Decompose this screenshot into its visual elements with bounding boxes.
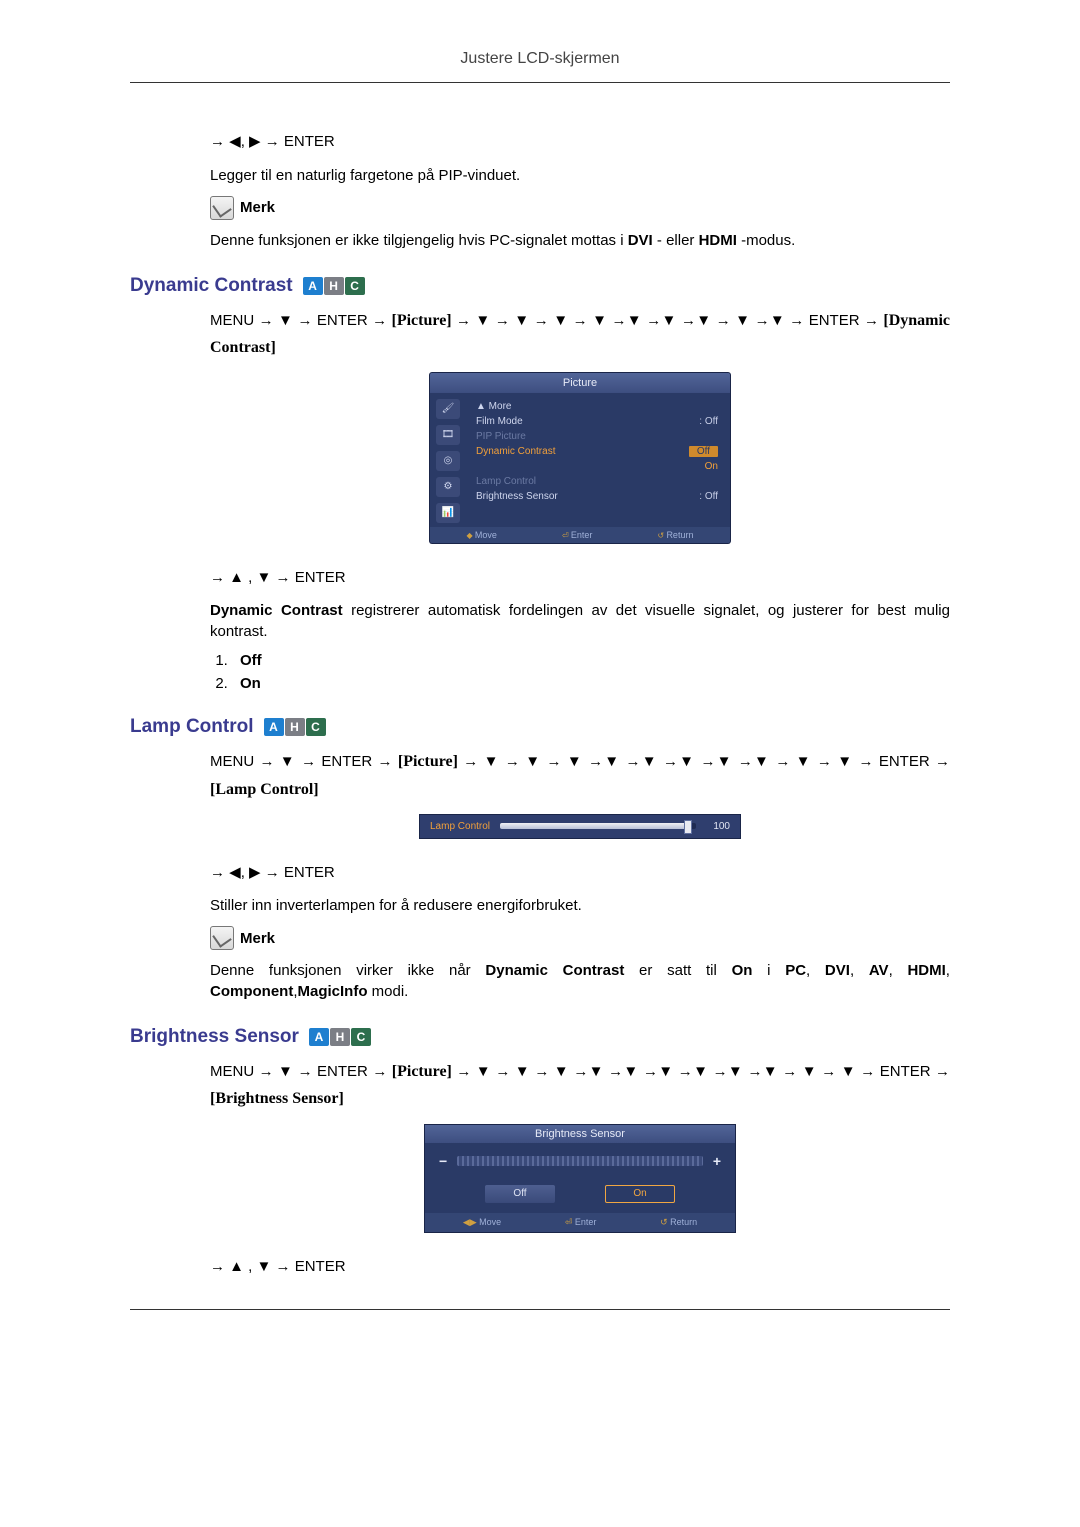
osd-icon: ◎ xyxy=(436,451,460,471)
osd-icon: 🖌 xyxy=(436,399,460,419)
osd-more: ▲ More xyxy=(472,399,722,414)
nav-sequence: MENU → ▼ → ENTER → [Picture] → ▼ → ▼ → ▼… xyxy=(210,307,950,361)
badge-c: C xyxy=(345,277,365,295)
badge-h: H xyxy=(330,1028,350,1046)
osd-btn-off: Off xyxy=(485,1185,555,1203)
osd-icon: ⚙ xyxy=(436,477,460,497)
osd-title: Brightness Sensor xyxy=(425,1125,735,1143)
osd-side-icons: 🖌 🎞 ◎ ⚙ 📊 xyxy=(436,399,464,523)
badge-h: H xyxy=(324,277,344,295)
footer-rule xyxy=(130,1309,950,1310)
osd-row-filmmode: Film Mode : Off xyxy=(472,414,722,429)
minus-icon: − xyxy=(439,1153,447,1169)
osd-row-dynamic-contrast: Dynamic Contrast Off xyxy=(472,444,722,459)
osd-icon: 🎞 xyxy=(436,425,460,445)
dynamic-contrast-description: Dynamic Contrast registrerer automatisk … xyxy=(210,600,950,642)
badge-c: C xyxy=(351,1028,371,1046)
nav-sequence: MENU → ▼ → ENTER → [Picture] → ▼ → ▼ → ▼… xyxy=(210,1058,950,1112)
osd-row-dynamic-contrast-on: On xyxy=(472,459,722,474)
osd-slider-track xyxy=(457,1156,703,1166)
osd-picture-menu: Picture 🖌 🎞 ◎ ⚙ 📊 ▲ More Film Mode : Off xyxy=(210,373,950,543)
section-title-dynamic-contrast: Dynamic Contrast A H C xyxy=(130,275,950,297)
osd-lamp-strip: Lamp Control 100 xyxy=(210,815,950,838)
intro-block: → ◀, ▶ → ENTER Legger til en naturlig fa… xyxy=(210,129,950,251)
osd-row-pip: PIP Picture xyxy=(472,429,722,444)
note-row: Merk xyxy=(210,196,950,220)
plus-icon: + xyxy=(713,1153,721,1169)
page-header: Justere LCD-skjermen xyxy=(130,50,950,83)
option-on: On xyxy=(232,675,950,692)
intro-paragraph: Legger til en naturlig fargetone på PIP-… xyxy=(210,165,950,186)
osd-row-lamp: Lamp Control xyxy=(472,474,722,489)
osd-lamp-label: Lamp Control xyxy=(430,821,490,832)
badge-a: A xyxy=(303,277,323,295)
badge-h: H xyxy=(285,718,305,736)
osd-button-row: Off On xyxy=(425,1179,735,1213)
osd-brightness-sensor: Brightness Sensor − + Off On Move Enter … xyxy=(210,1125,950,1232)
badge-a: A xyxy=(309,1028,329,1046)
brightness-sensor-block: MENU → ▼ → ENTER → [Picture] → ▼ → ▼ → ▼… xyxy=(210,1058,950,1279)
section-title-brightness-sensor: Brightness Sensor A H C xyxy=(130,1026,950,1048)
osd-lamp-slider xyxy=(500,823,696,829)
badge-group: A H C xyxy=(303,277,365,295)
osd-slider-row: − + xyxy=(425,1143,735,1179)
note-row: Merk xyxy=(210,926,950,950)
note-label: Merk xyxy=(240,199,275,216)
nav-sequence: MENU → ▼ → ENTER → [Picture] → ▼ → ▼ → ▼… xyxy=(210,748,950,802)
note-icon xyxy=(210,196,234,220)
lamp-control-block: MENU → ▼ → ENTER → [Picture] → ▼ → ▼ → ▼… xyxy=(210,748,950,1002)
nav-sequence: → ◀, ▶ → ENTER xyxy=(210,860,950,886)
badge-group: A H C xyxy=(309,1028,371,1046)
nav-sequence: → ▲ , ▼ → ENTER xyxy=(210,565,950,591)
intro-note-text: Denne funksjonen er ikke tilgjengelig hv… xyxy=(210,230,950,251)
nav-sequence: → ◀, ▶ → ENTER xyxy=(210,129,950,155)
note-icon xyxy=(210,926,234,950)
osd-title: Picture xyxy=(430,373,730,393)
lamp-control-note: Denne funksjonen virker ikke når Dynamic… xyxy=(210,960,950,1002)
osd-footer: Move Enter Return xyxy=(425,1213,735,1232)
osd-btn-on: On xyxy=(605,1185,675,1203)
badge-a: A xyxy=(264,718,284,736)
osd-row-brightness-sensor: Brightness Sensor : Off xyxy=(472,489,722,504)
note-label: Merk xyxy=(240,930,275,947)
lamp-control-description: Stiller inn inverterlampen for å reduser… xyxy=(210,895,950,916)
dynamic-contrast-block: MENU → ▼ → ENTER → [Picture] → ▼ → ▼ → ▼… xyxy=(210,307,950,693)
badge-c: C xyxy=(306,718,326,736)
section-title-lamp-control: Lamp Control A H C xyxy=(130,716,950,738)
badge-group: A H C xyxy=(264,718,326,736)
osd-icon: 📊 xyxy=(436,503,460,523)
nav-sequence: → ▲ , ▼ → ENTER xyxy=(210,1254,950,1280)
document-page: Justere LCD-skjermen → ◀, ▶ → ENTER Legg… xyxy=(0,0,1080,1527)
osd-footer: Move Enter Return xyxy=(430,527,730,543)
options-list: Off On xyxy=(232,652,950,692)
option-off: Off xyxy=(232,652,950,669)
osd-lamp-value: 100 xyxy=(706,821,730,832)
